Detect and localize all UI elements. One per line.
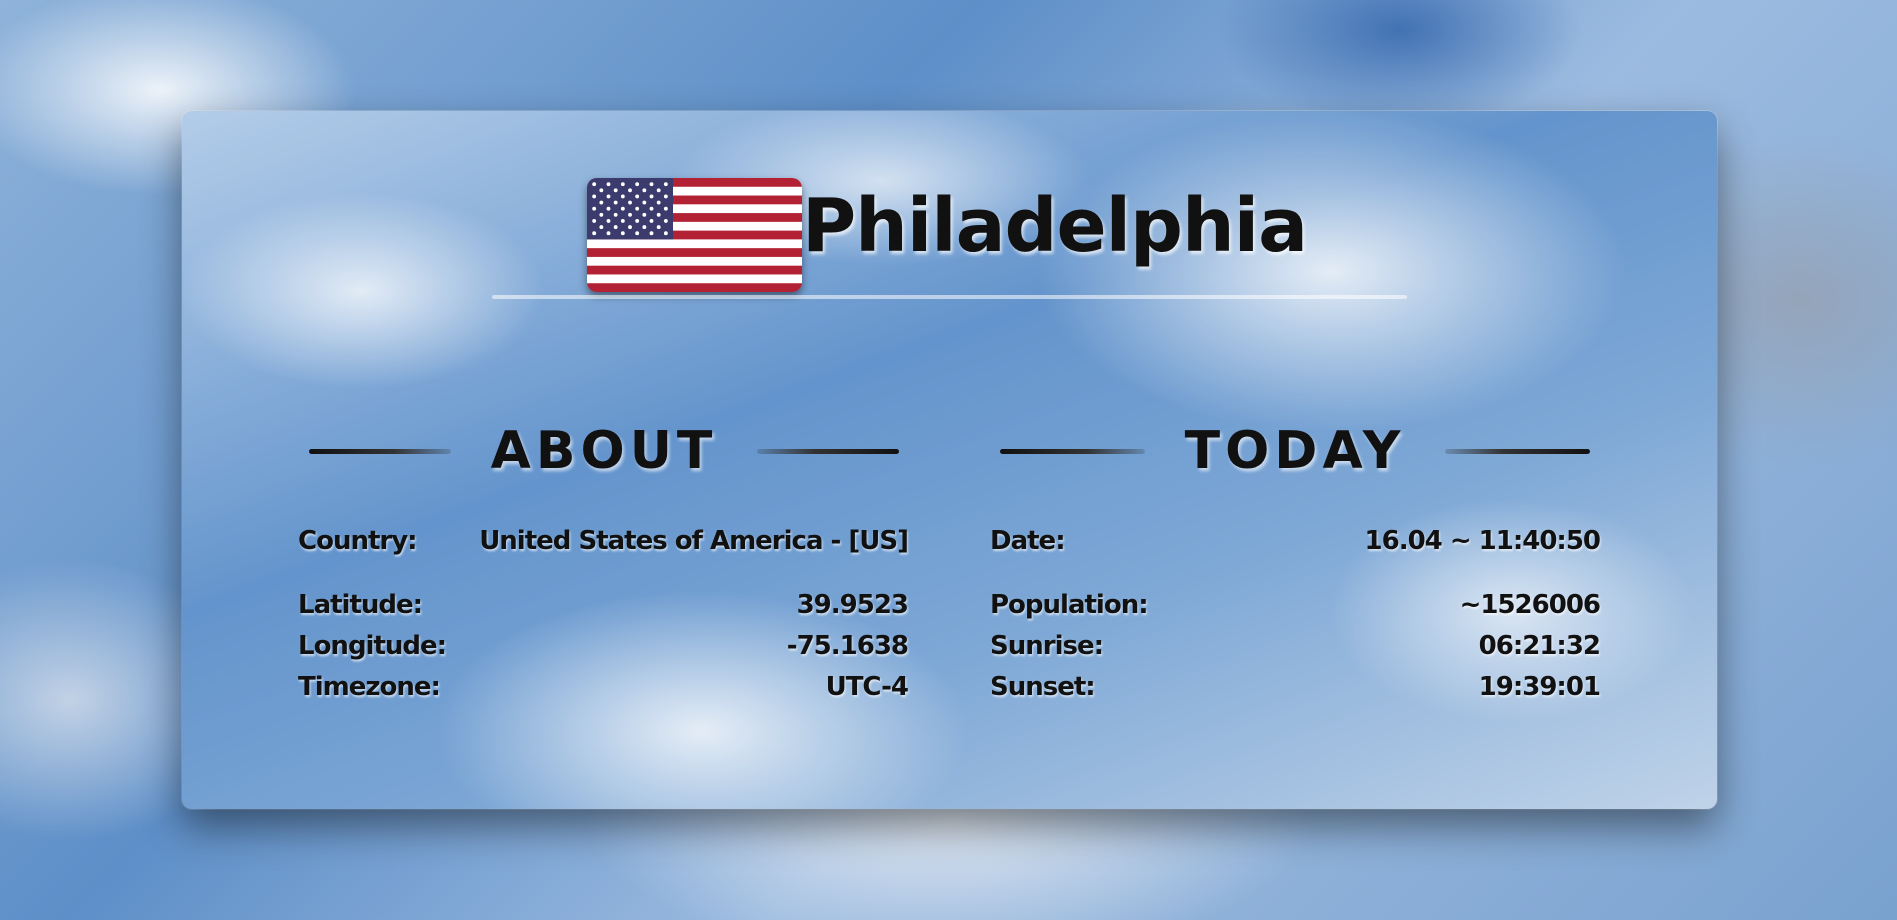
- heading-rule-right: [757, 448, 899, 454]
- title-divider: [492, 295, 1407, 299]
- row-value: 19:39:01: [1478, 672, 1601, 702]
- today-heading-label: TODAY: [1184, 421, 1406, 481]
- heading-rule-left: [309, 448, 451, 454]
- row-label: Longitude:: [298, 631, 447, 661]
- today-row-sunrise: Sunrise: 06:21:32: [990, 626, 1601, 667]
- row-label: Sunrise:: [990, 631, 1104, 661]
- about-row-timezone: Timezone: UTC-4: [298, 667, 909, 708]
- heading-rule-left: [1000, 448, 1145, 454]
- row-label: Population:: [990, 590, 1149, 620]
- city-info-card: Philadelphia ABOUT TODAY Country: United…: [182, 111, 1717, 809]
- heading-rule-right: [1445, 448, 1590, 454]
- city-title: Philadelphia: [801, 183, 1308, 269]
- today-list: Date: 16.04 ~ 11:40:50 Population: ~1526…: [990, 521, 1601, 708]
- today-row-sunset: Sunset: 19:39:01: [990, 667, 1601, 708]
- today-row-population: Population: ~1526006: [990, 585, 1601, 626]
- today-row-date: Date: 16.04 ~ 11:40:50: [990, 521, 1601, 562]
- row-value: UTC-4: [825, 672, 909, 702]
- about-heading-label: ABOUT: [490, 421, 718, 481]
- row-value: 39.9523: [796, 590, 909, 620]
- row-label: Timezone:: [298, 672, 441, 702]
- about-row-longitude: Longitude: -75.1638: [298, 626, 909, 667]
- about-list: Country: United States of America - [US]…: [298, 521, 909, 708]
- row-value: 06:21:32: [1478, 631, 1601, 661]
- row-label: Country:: [298, 526, 418, 556]
- about-row-country: Country: United States of America - [US]: [298, 521, 909, 562]
- about-heading: ABOUT: [309, 421, 899, 481]
- row-value: 16.04 ~ 11:40:50: [1364, 526, 1601, 556]
- today-heading: TODAY: [1000, 421, 1590, 481]
- row-value: ~1526006: [1459, 590, 1601, 620]
- about-row-latitude: Latitude: 39.9523: [298, 585, 909, 626]
- row-value: -75.1638: [786, 631, 909, 661]
- row-label: Date:: [990, 526, 1066, 556]
- row-value: United States of America - [US]: [479, 526, 909, 556]
- row-label: Sunset:: [990, 672, 1096, 702]
- row-label: Latitude:: [298, 590, 423, 620]
